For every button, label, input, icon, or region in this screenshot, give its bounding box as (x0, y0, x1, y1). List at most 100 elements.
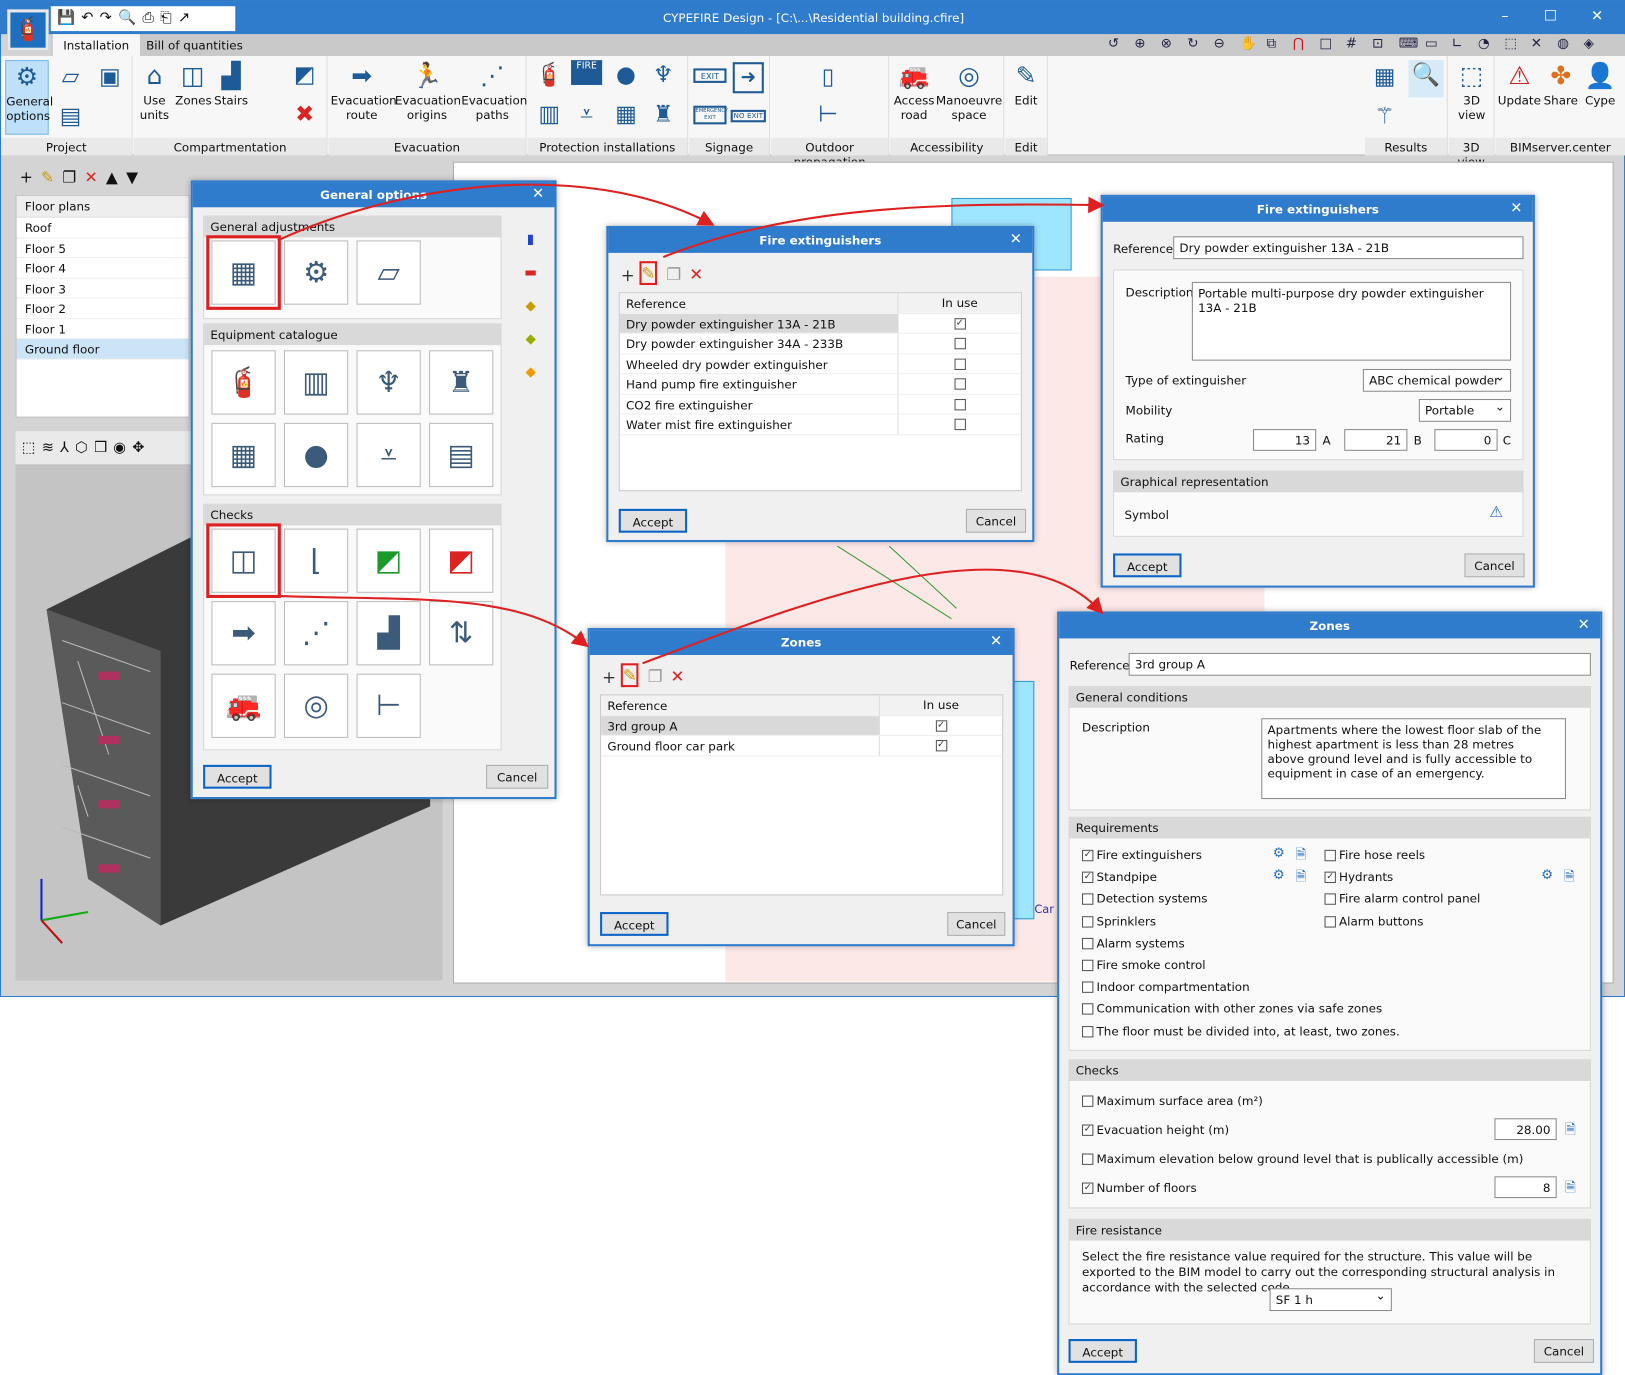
rating-c-input[interactable]: 0 (1434, 429, 1498, 451)
access-road-button[interactable]: 🚒 Access road (892, 60, 936, 122)
flag-red-icon[interactable]: ▬ (518, 257, 543, 290)
close-icon[interactable]: ✕ (532, 186, 544, 203)
check-checkbox[interactable] (1082, 1095, 1094, 1107)
export-icon[interactable]: ↗ (178, 9, 190, 28)
checks-outdoor-icon[interactable]: ⊢ (356, 673, 421, 738)
requirement-item[interactable]: Indoor compartmentation (1082, 980, 1250, 994)
fire-alarm-panel-icon[interactable]: FIRE (571, 60, 603, 85)
zoom-icon[interactable]: 🔍 (118, 9, 136, 28)
exit-sign-icon[interactable]: EXIT (693, 68, 727, 83)
cancel-button[interactable]: Cancel (486, 764, 549, 789)
arrow-sign-icon[interactable]: ➜ (732, 62, 764, 94)
requirement-checkbox[interactable] (1324, 893, 1336, 906)
settings-gear-icon[interactable]: ⚙ (1273, 846, 1285, 862)
checks-zones-icon[interactable]: ◫ (206, 523, 281, 599)
close-icon[interactable]: ✕ (1010, 231, 1022, 248)
view-icon[interactable]: ❒ (94, 439, 107, 456)
bell-icon[interactable]: ● (610, 60, 641, 91)
checks-manoeuvre-icon[interactable]: ◎ (283, 673, 349, 738)
in-use-checkbox[interactable] (954, 398, 966, 410)
table-row[interactable]: Ground floor car park ✓ (601, 735, 1003, 757)
copy-icon[interactable]: ❐ (666, 264, 681, 284)
catalogue-panel-icon[interactable]: ▦ (211, 422, 276, 488)
pencil-edit-icon[interactable]: ✎ (620, 663, 639, 688)
document-icon[interactable]: 🗎 (1564, 867, 1575, 890)
delete-icon[interactable]: ✕ (671, 666, 685, 686)
in-use-checkbox[interactable] (954, 358, 966, 370)
cancel-button[interactable]: Cancel (1464, 553, 1525, 578)
catalogue-hydrant-icon[interactable]: ♆ (356, 350, 421, 415)
general-adjustments-gear-icon[interactable]: ⚙ (283, 240, 349, 305)
move-up-icon[interactable]: ▲ (106, 168, 118, 189)
axes-icon[interactable]: ⅄ (60, 439, 69, 456)
requirement-checkbox[interactable] (1324, 915, 1336, 928)
tools-icon[interactable]: ✕ (1531, 36, 1542, 52)
tab-bill-of-quantities[interactable]: Bill of quantities (136, 34, 253, 56)
reference-input[interactable]: 3rd group A (1128, 652, 1591, 676)
no-exit-sign-icon[interactable]: NO EXIT (730, 109, 766, 123)
share-button[interactable]: ✤ Share (1541, 60, 1580, 108)
catalogue-standpipe-icon[interactable]: ♜ (429, 350, 494, 415)
accept-button[interactable]: Accept (203, 764, 272, 789)
sprinkler-icon[interactable]: ⩡ (571, 99, 602, 130)
cancel-button[interactable]: Cancel (947, 912, 1006, 936)
type-select[interactable]: ABC chemical powder (1362, 368, 1512, 392)
use-units-button[interactable]: ⌂ Use units (138, 60, 171, 122)
select-zone-icon[interactable]: ◩ (289, 60, 320, 91)
cype-button[interactable]: 👤 Cype (1581, 60, 1620, 108)
facade-icon[interactable]: ▯ (813, 62, 844, 93)
orthogonal-icon[interactable]: ◔ (1478, 36, 1490, 52)
check-item[interactable]: ✓ Evacuation height (m) (1082, 1122, 1229, 1137)
general-adjustments-grid-icon[interactable]: ▦ (206, 235, 281, 310)
tab-installation[interactable]: Installation (52, 34, 140, 56)
requirement-item[interactable]: Fire hose reels (1324, 848, 1425, 862)
eye-icon[interactable]: ◉ (113, 439, 126, 456)
undo-icon[interactable]: ↶ (81, 9, 93, 28)
requirement-item[interactable]: Sprinklers (1082, 914, 1156, 928)
manoeuvre-space-button[interactable]: ◎ Manoeuvre space (936, 60, 1002, 122)
emergency-exit-sign-icon[interactable]: EMERGENCY EXIT (693, 105, 728, 125)
requirement-checkbox[interactable] (1324, 849, 1336, 862)
requirement-item[interactable]: Fire alarm control panel (1324, 892, 1480, 906)
checks-fire-truck-icon[interactable]: 🚒 (211, 673, 276, 738)
table-row[interactable]: 3rd group A ✓ (601, 715, 1003, 736)
document-icon[interactable]: 🗎 (1296, 868, 1307, 891)
floor-item[interactable]: Floor 1 (16, 319, 189, 339)
pan-hand-icon[interactable]: ✋ (1240, 36, 1257, 52)
requirement-checkbox[interactable]: ✓ (1324, 871, 1336, 884)
requirement-checkbox[interactable] (1082, 937, 1094, 950)
frame-icon[interactable]: ⬚ (1504, 36, 1517, 52)
requirement-checkbox[interactable] (1082, 959, 1094, 972)
check-value-input[interactable]: 8 (1494, 1176, 1557, 1199)
in-use-checkbox[interactable]: ✓ (935, 719, 947, 732)
building-icon[interactable]: ▱ (55, 62, 86, 93)
checks-use-units-icon[interactable]: ⌊ (283, 528, 349, 593)
floor-item[interactable]: Roof (16, 218, 189, 238)
floor-item[interactable]: Floor 4 (16, 258, 189, 279)
floor-icon[interactable]: ▣ (94, 62, 125, 93)
magnet-snap-icon[interactable]: ⋂ (1293, 36, 1304, 52)
pencil-icon[interactable]: ✎ (41, 168, 54, 189)
in-use-checkbox[interactable] (954, 378, 966, 390)
check-checkbox[interactable]: ✓ (1082, 1182, 1094, 1194)
requirement-item[interactable]: ✓ Standpipe (1082, 870, 1157, 884)
flag-eu-icon[interactable]: ◆ (518, 290, 543, 323)
layers-icon[interactable]: ≋ (42, 439, 54, 456)
flag-fr-icon[interactable]: ▮ (518, 224, 543, 257)
delete-icon[interactable]: ✕ (85, 168, 98, 189)
requirement-item[interactable]: Alarm systems (1082, 936, 1185, 950)
redo-icon[interactable]: ↷ (100, 9, 112, 28)
globe-icon[interactable]: ◍ (1557, 36, 1569, 52)
magnifier-icon[interactable]: 🔍 (1408, 60, 1444, 98)
check-item[interactable]: Maximum elevation below ground level tha… (1082, 1151, 1523, 1166)
edit-button[interactable]: ✎ Edit (1009, 60, 1042, 108)
close-icon[interactable]: ✕ (1578, 617, 1590, 634)
fire-resistance-select[interactable]: SF 1 h (1269, 1288, 1392, 1312)
requirement-item[interactable]: Alarm buttons (1324, 914, 1423, 928)
requirement-checkbox[interactable] (1082, 1025, 1094, 1038)
delete-zone-icon[interactable]: ✖ (289, 99, 320, 130)
flag-es-icon[interactable]: ◆ (518, 357, 543, 390)
accept-button[interactable]: Accept (1113, 553, 1182, 578)
copy-icon[interactable]: ❐ (648, 666, 663, 686)
catalogue-detector-icon[interactable]: ▤ (429, 422, 494, 488)
